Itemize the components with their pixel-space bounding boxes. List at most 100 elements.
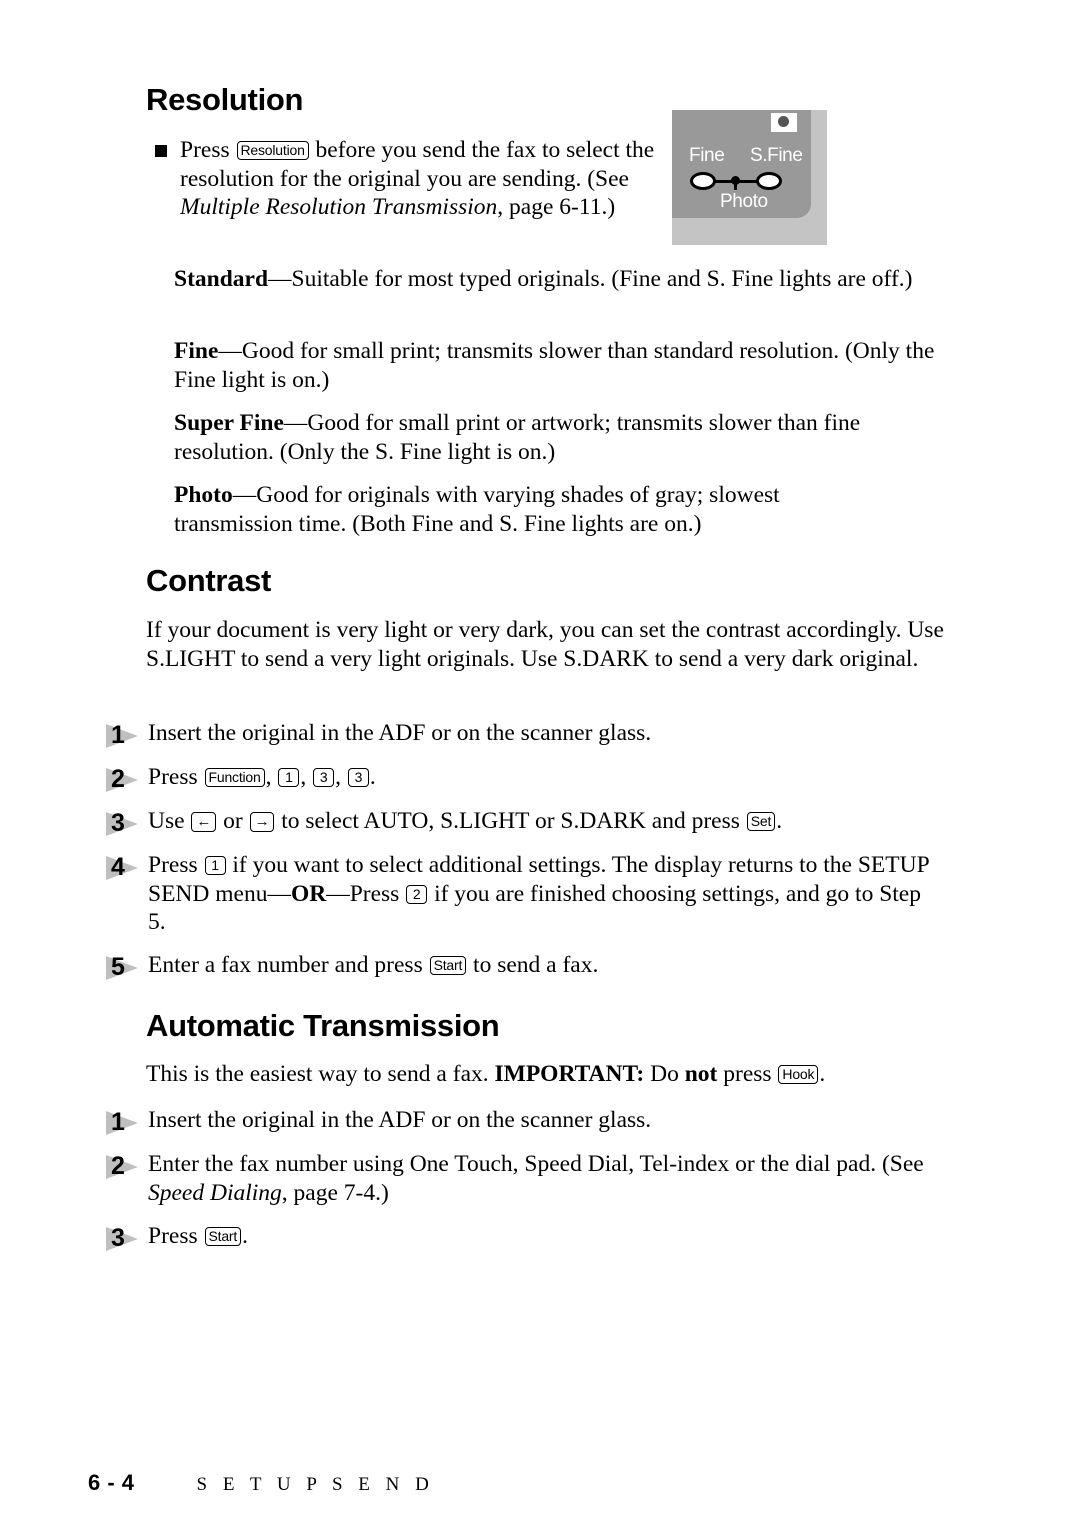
function-key[interactable]: Function	[204, 768, 265, 787]
page-title-resolution: Resolution	[146, 82, 304, 117]
resolution-key[interactable]: Resolution	[236, 141, 309, 160]
step-text-run: , page 7-4.)	[281, 1179, 389, 1206]
automatic-transmission-intro: This is the easiest way to send a fax. I…	[146, 1060, 976, 1089]
definition-text: —Good for originals with varying shades …	[174, 482, 780, 537]
step-text-run: Enter a fax number and press	[148, 952, 429, 978]
step-text: Enter a fax number and press Start to se…	[148, 951, 598, 980]
step-text: Insert the original in the ADF or on the…	[148, 719, 651, 748]
step-number-marker: 3	[104, 1224, 148, 1254]
step-text: Use ← or → to select AUTO, S.LIGHT or S.…	[148, 807, 782, 836]
intro-text-run: Do	[644, 1061, 685, 1087]
contrast-step-5: 5 Enter a fax number and press Start to …	[104, 951, 934, 983]
bullet-square-icon	[155, 145, 167, 157]
step-number: 2	[111, 1152, 125, 1180]
page-number: 6 - 4	[88, 1470, 135, 1495]
step-number-marker: 5	[104, 953, 148, 983]
step-number-marker: 1	[104, 721, 148, 751]
resolution-bullet-item: Press Resolution before you send the fax…	[155, 136, 655, 222]
definition-standard: Standard—Suitable for most typed origina…	[174, 265, 934, 294]
panel-label-fine: Fine	[689, 145, 725, 166]
step-text-run: ,	[300, 764, 313, 790]
definition-super-fine: Super Fine—Good for small print or artwo…	[174, 409, 926, 466]
step-text-run: Enter the fax number using One Touch, Sp…	[148, 1151, 924, 1177]
page-title-contrast: Contrast	[146, 563, 272, 598]
page-title-automatic-transmission: Automatic Transmission	[146, 1008, 500, 1043]
contrast-step-2: 2 Press Function, 1, 3, 3.	[104, 763, 924, 795]
arrow-right-icon[interactable]: →	[249, 812, 275, 832]
intro-important-label: IMPORTANT:	[494, 1061, 645, 1087]
start-key[interactable]: Start	[429, 956, 467, 975]
step-text: Insert the original in the ADF or on the…	[148, 1106, 651, 1135]
contrast-step-4: 4 Press 1 if you want to select addition…	[104, 851, 934, 937]
step-text: Press Start.	[148, 1222, 248, 1251]
bullet-tail: , page 6-11.)	[497, 194, 616, 220]
contrast-intro: If your document is very light or very d…	[146, 617, 944, 672]
step-text-or: OR	[290, 880, 327, 907]
contrast-step-3: 3 Use ← or → to select AUTO, S.LIGHT or …	[104, 807, 964, 839]
digit-key-3[interactable]: 3	[313, 768, 335, 787]
contrast-step-1: 1 Insert the original in the ADF or on t…	[104, 719, 924, 751]
step-text: Press 1 if you want to select additional…	[148, 851, 934, 937]
step-text-run: ,	[265, 764, 278, 790]
definition-fine: Fine—Good for small print; transmits slo…	[174, 337, 944, 394]
arrow-left-icon[interactable]: ←	[191, 812, 217, 832]
step-number: 5	[111, 953, 125, 981]
page-footer: 6 - 4 S E T U P S E N D	[88, 1470, 434, 1496]
definition-term: Photo	[174, 482, 233, 508]
digit-key-1[interactable]: 1	[204, 856, 226, 875]
definition-text: —Suitable for most typed originals. (Fin…	[268, 266, 913, 292]
step-number: 2	[111, 765, 125, 793]
step-text-run: .	[776, 808, 783, 834]
step-text: Press Function, 1, 3, 3.	[148, 763, 376, 792]
step-text-run: Use	[148, 808, 191, 834]
step-text-run: Press	[148, 852, 204, 878]
step-number: 4	[111, 853, 125, 881]
control-panel-illustration: Fine S.Fine Photo	[672, 110, 827, 245]
definition-term: Standard	[174, 266, 269, 292]
step-number: 1	[111, 1108, 125, 1136]
step-text-run: —Press	[326, 880, 406, 907]
hook-key[interactable]: Hook	[778, 1065, 819, 1084]
start-key[interactable]: Start	[204, 1227, 242, 1246]
digit-key-3[interactable]: 3	[347, 768, 369, 787]
led-sfine-indicator	[756, 172, 782, 190]
step-text-run: or	[217, 808, 249, 834]
manual-page: Resolution Press Resolution before you s…	[0, 0, 1080, 1529]
step-number-marker: 1	[104, 1108, 148, 1138]
intro-text-run: This is the easiest way to send a fax.	[146, 1061, 495, 1087]
auto-step-3: 3 Press Start.	[104, 1222, 934, 1254]
step-italic-reference: Speed Dialing	[148, 1179, 282, 1206]
intro-not-emphasis: not	[684, 1061, 718, 1087]
bullet-before-key: Press	[180, 137, 230, 163]
resolution-button-icon	[771, 113, 797, 132]
definition-term: Fine	[174, 338, 219, 364]
step-number: 1	[111, 721, 125, 749]
set-key[interactable]: Set	[746, 812, 776, 831]
panel-connector-dot	[731, 176, 740, 185]
step-text-run: Press	[148, 764, 204, 790]
panel-label-sfine: S.Fine	[750, 145, 803, 166]
bullet-italic-reference: Multiple Resolution Transmission	[180, 194, 498, 220]
step-number-marker: 3	[104, 809, 148, 839]
step-text-run: Press	[148, 1223, 204, 1249]
intro-text-run: .	[819, 1061, 826, 1087]
led-fine-indicator	[690, 172, 716, 190]
running-head: S E T U P S E N D	[196, 1474, 435, 1495]
digit-key-1[interactable]: 1	[278, 768, 300, 787]
definition-term: Super Fine	[174, 410, 284, 436]
step-text-run: ,	[335, 764, 347, 790]
auto-step-1: 1 Insert the original in the ADF or on t…	[104, 1106, 934, 1138]
step-number: 3	[111, 1224, 125, 1252]
step-number: 3	[111, 809, 125, 837]
step-number-marker: 4	[104, 853, 148, 883]
step-number-marker: 2	[104, 1152, 148, 1182]
digit-key-2[interactable]: 2	[406, 884, 428, 904]
intro-text-run: press	[717, 1061, 778, 1087]
step-text-run: to select AUTO, S.LIGHT or S.DARK and pr…	[275, 808, 746, 834]
panel-label-photo: Photo	[720, 191, 768, 212]
definition-text: —Good for small print; transmits slower …	[174, 338, 935, 393]
step-text: Enter the fax number using One Touch, Sp…	[148, 1150, 954, 1207]
auto-step-2: 2 Enter the fax number using One Touch, …	[104, 1150, 954, 1207]
step-text-run: Insert the original in the ADF or on the…	[148, 1107, 652, 1133]
definition-photo: Photo—Good for originals with varying sh…	[174, 481, 894, 538]
